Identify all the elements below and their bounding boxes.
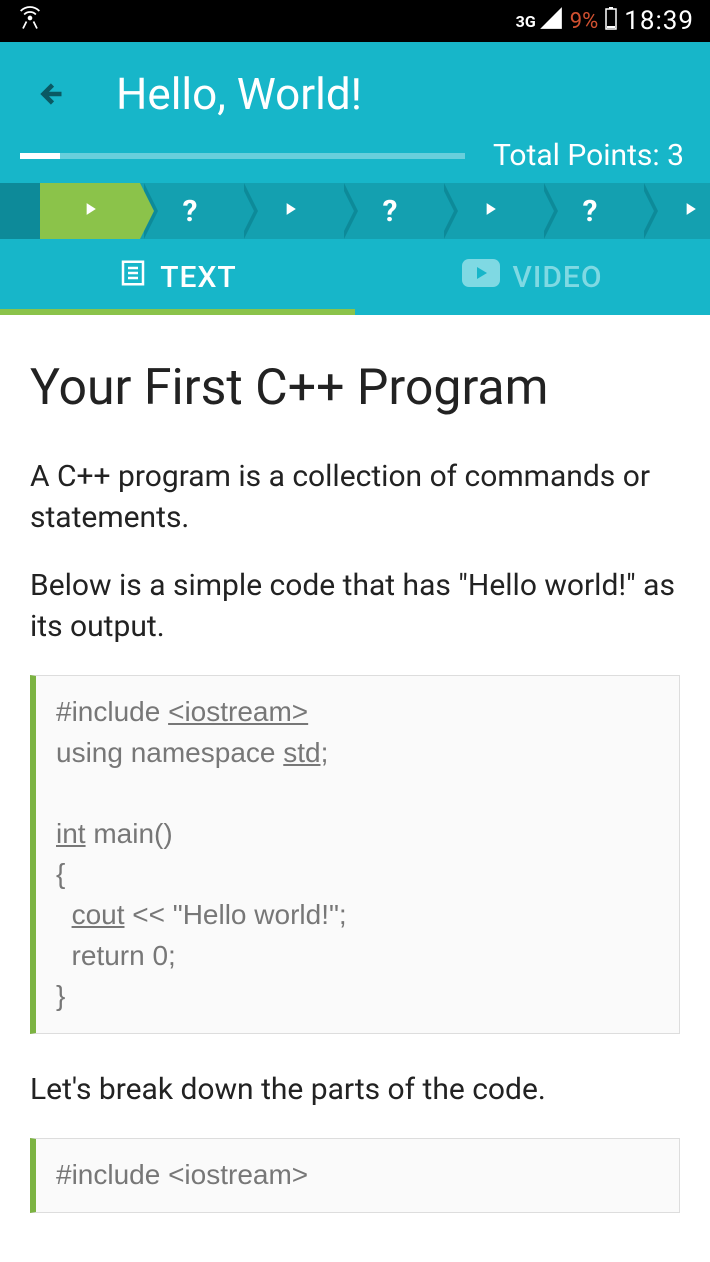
tab-text-label: TEXT [160, 260, 236, 295]
progress-bar [20, 153, 465, 159]
code-text: { [56, 854, 659, 895]
play-icon [280, 196, 300, 226]
code-keyword: <iostream> [168, 696, 308, 727]
wifi-hotspot-icon [16, 4, 44, 38]
step-1[interactable] [40, 183, 140, 239]
tab-text[interactable]: TEXT [0, 239, 355, 315]
content-tabs: TEXT VIDEO [0, 239, 710, 315]
video-icon [462, 259, 500, 295]
code-text: } [56, 976, 659, 1017]
play-icon [480, 196, 500, 226]
question-icon: ? [583, 194, 598, 229]
back-button[interactable] [28, 74, 68, 114]
play-icon [80, 196, 100, 226]
lesson-heading: Your First C++ Program [30, 359, 680, 417]
tab-video[interactable]: VIDEO [355, 239, 710, 315]
question-icon: ? [383, 194, 398, 229]
code-keyword: std; [283, 737, 328, 768]
battery-percentage: 9% [570, 9, 598, 34]
code-text: using namespace [56, 737, 283, 768]
status-bar: 3G 9% 18:39 [0, 0, 710, 42]
network-type: 3G [516, 12, 536, 31]
code-text: return 0; [56, 936, 659, 977]
progress-fill [20, 153, 60, 159]
app-header: Hello, World! Total Points: 3 [0, 42, 710, 183]
code-text [56, 899, 72, 930]
code-keyword: cout [72, 899, 125, 930]
battery-icon [604, 6, 618, 36]
play-icon [680, 196, 700, 226]
total-points: Total Points: 3 [493, 138, 684, 173]
code-block-1: #include <iostream> using namespace std;… [30, 675, 680, 1034]
tab-video-label: VIDEO [512, 260, 602, 295]
paragraph-1: A C++ program is a collection of command… [30, 457, 680, 538]
page-title: Hello, World! [116, 68, 362, 120]
lesson-content: Your First C++ Program A C++ program is … [0, 315, 710, 1213]
paragraph-2: Below is a simple code that has "Hello w… [30, 566, 680, 647]
code-keyword: int [56, 818, 86, 849]
document-icon [118, 258, 148, 296]
signal-icon [538, 5, 564, 37]
code-text: << "Hello world!"; [125, 899, 347, 930]
code-text: #include [56, 696, 168, 727]
clock: 18:39 [624, 6, 694, 36]
lesson-steps: ? ? ? [0, 183, 710, 239]
code-text: main() [86, 818, 173, 849]
code-block-2: #include <iostream> [30, 1138, 680, 1213]
paragraph-3: Let's break down the parts of the code. [30, 1070, 680, 1111]
question-icon: ? [183, 194, 198, 229]
